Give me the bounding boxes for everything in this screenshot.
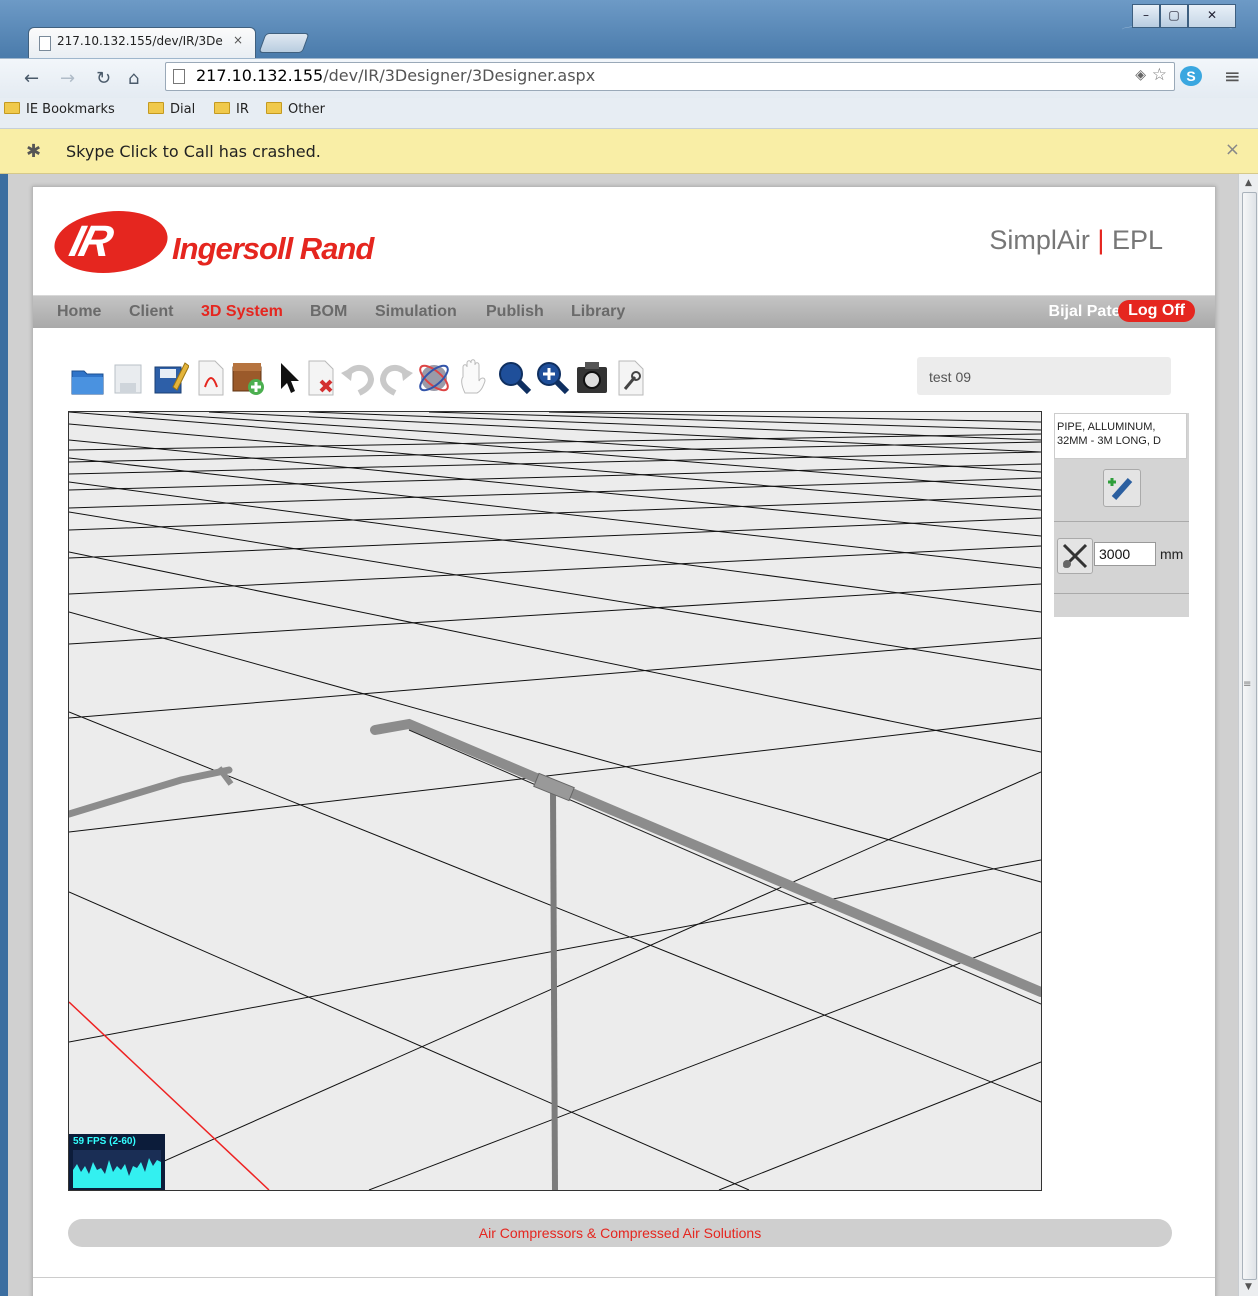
infobar-close-icon[interactable]: ×	[1225, 139, 1240, 160]
forward-icon[interactable]: →	[60, 68, 75, 89]
vertical-scrollbar[interactable]: ▲ ≡ ▼	[1238, 174, 1258, 1296]
home-icon[interactable]: ⌂	[128, 68, 139, 89]
reload-icon[interactable]: ↻	[96, 68, 111, 89]
folder-icon	[266, 102, 282, 114]
project-name-field[interactable]: test 09	[917, 357, 1171, 395]
nav-home[interactable]: Home	[57, 303, 101, 321]
zoom-in-icon[interactable]	[533, 357, 571, 397]
fps-graph	[73, 1150, 161, 1188]
undo-icon[interactable]	[339, 357, 377, 397]
fps-meter: 59 FPS (2-60)	[69, 1134, 165, 1190]
nav-simulation[interactable]: Simulation	[375, 303, 457, 321]
3d-scene[interactable]	[69, 412, 1041, 1190]
nav-publish[interactable]: Publish	[486, 303, 544, 321]
extension-icon[interactable]: ◈	[1135, 67, 1146, 83]
rotate-icon[interactable]	[415, 357, 453, 397]
puzzle-icon: ✱	[26, 141, 42, 162]
bookmark-other[interactable]: Other	[266, 102, 325, 117]
select-arrow-icon[interactable]	[269, 357, 307, 397]
bookmark-ie-bookmarks[interactable]: IE Bookmarks	[4, 102, 115, 117]
page-divider	[33, 1277, 1215, 1278]
page-content: IR Ingersoll Rand SimplAir | EPL Home Cl…	[32, 186, 1216, 1296]
pdf-icon[interactable]	[191, 357, 229, 397]
nav-3d-system[interactable]: 3D System	[201, 303, 283, 321]
nav-client[interactable]: Client	[129, 303, 173, 321]
add-pipe-button[interactable]	[1103, 469, 1141, 507]
save-as-icon[interactable]	[151, 357, 189, 397]
close-window-button[interactable]: ✕	[1188, 4, 1236, 28]
project-name: test 09	[929, 369, 972, 385]
folder-icon	[214, 102, 230, 114]
nav-library[interactable]: Library	[571, 303, 625, 321]
nav-bom[interactable]: BOM	[310, 303, 347, 321]
bookmarks-bar: IE Bookmarks Dial IR Other	[0, 98, 1258, 129]
pipe-length-input[interactable]	[1094, 542, 1156, 566]
snapshot-icon[interactable]	[573, 357, 611, 397]
pan-hand-icon[interactable]	[455, 357, 493, 397]
zoom-icon[interactable]	[495, 357, 533, 397]
bookmark-ir[interactable]: IR	[214, 102, 249, 117]
panel-divider	[1054, 593, 1189, 594]
folder-icon	[4, 102, 20, 114]
bookmark-dial[interactable]: Dial	[148, 102, 195, 117]
properties-icon[interactable]	[611, 357, 649, 397]
delete-icon[interactable]	[303, 357, 341, 397]
browser-titlebar: 217.10.132.155/dev/IR/3De × – ▢ ✕	[0, 0, 1258, 58]
length-unit: mm	[1160, 546, 1184, 562]
logoff-button[interactable]: Log Off	[1118, 300, 1195, 322]
bookmark-star-icon[interactable]: ☆	[1152, 65, 1167, 85]
logo-badge: IR	[47, 211, 175, 273]
browser-tab[interactable]: 217.10.132.155/dev/IR/3De ×	[28, 27, 256, 58]
ingersoll-rand-logo[interactable]: IR Ingersoll Rand	[47, 209, 385, 279]
footer-bar: Air Compressors & Compressed Air Solutio…	[68, 1219, 1172, 1247]
maximize-button[interactable]: ▢	[1160, 4, 1188, 28]
component-panel: PIPE, ALLUMINUM, 32MM - 3M LONG, D mm	[1054, 413, 1189, 617]
open-folder-icon[interactable]	[69, 357, 107, 397]
page-icon	[173, 69, 185, 84]
scroll-up-icon[interactable]: ▲	[1245, 178, 1252, 188]
redo-icon[interactable]	[377, 357, 415, 397]
3d-viewer-canvas[interactable]: 59 FPS (2-60)	[68, 411, 1042, 1191]
save-icon[interactable]	[109, 357, 147, 397]
logo-name: Ingersoll Rand	[172, 231, 374, 266]
cut-pipe-button[interactable]	[1057, 538, 1093, 574]
menu-icon[interactable]: ≡	[1224, 64, 1241, 88]
main-nav: Home Client 3D System BOM Simulation Pub…	[33, 295, 1215, 328]
new-tab-button[interactable]	[258, 33, 310, 53]
fps-label: 59 FPS (2-60)	[73, 1136, 136, 1147]
product-brand: SimplAir | EPL	[989, 225, 1163, 255]
page-icon	[39, 36, 51, 51]
address-bar[interactable]: 217.10.132.155/dev/IR/3Designer/3Designe…	[165, 62, 1175, 91]
minimize-button[interactable]: –	[1132, 4, 1160, 28]
skype-icon[interactable]: S	[1180, 66, 1202, 86]
infobar-message: Skype Click to Call has crashed.	[66, 142, 321, 161]
folder-icon	[148, 102, 164, 114]
scroll-grip-icon: ≡	[1243, 679, 1252, 690]
tab-close-icon[interactable]: ×	[233, 33, 243, 47]
scrollbar-thumb[interactable]	[1242, 192, 1257, 1280]
back-icon[interactable]: ←	[24, 68, 39, 89]
user-name: Bijal Patel	[1048, 303, 1125, 320]
scroll-down-icon[interactable]: ▼	[1245, 1282, 1252, 1292]
infobar: ✱ Skype Click to Call has crashed. ×	[0, 129, 1258, 174]
footer-text[interactable]: Air Compressors & Compressed Air Solutio…	[479, 1225, 761, 1241]
panel-divider	[1054, 521, 1189, 522]
tab-title: 217.10.132.155/dev/IR/3De	[57, 34, 223, 48]
component-description: PIPE, ALLUMINUM, 32MM - 3M LONG, D	[1054, 413, 1187, 459]
page-viewport: IR Ingersoll Rand SimplAir | EPL Home Cl…	[8, 174, 1238, 1296]
url-text[interactable]: 217.10.132.155/dev/IR/3Designer/3Designe…	[196, 66, 595, 85]
add-component-icon[interactable]	[229, 357, 267, 397]
